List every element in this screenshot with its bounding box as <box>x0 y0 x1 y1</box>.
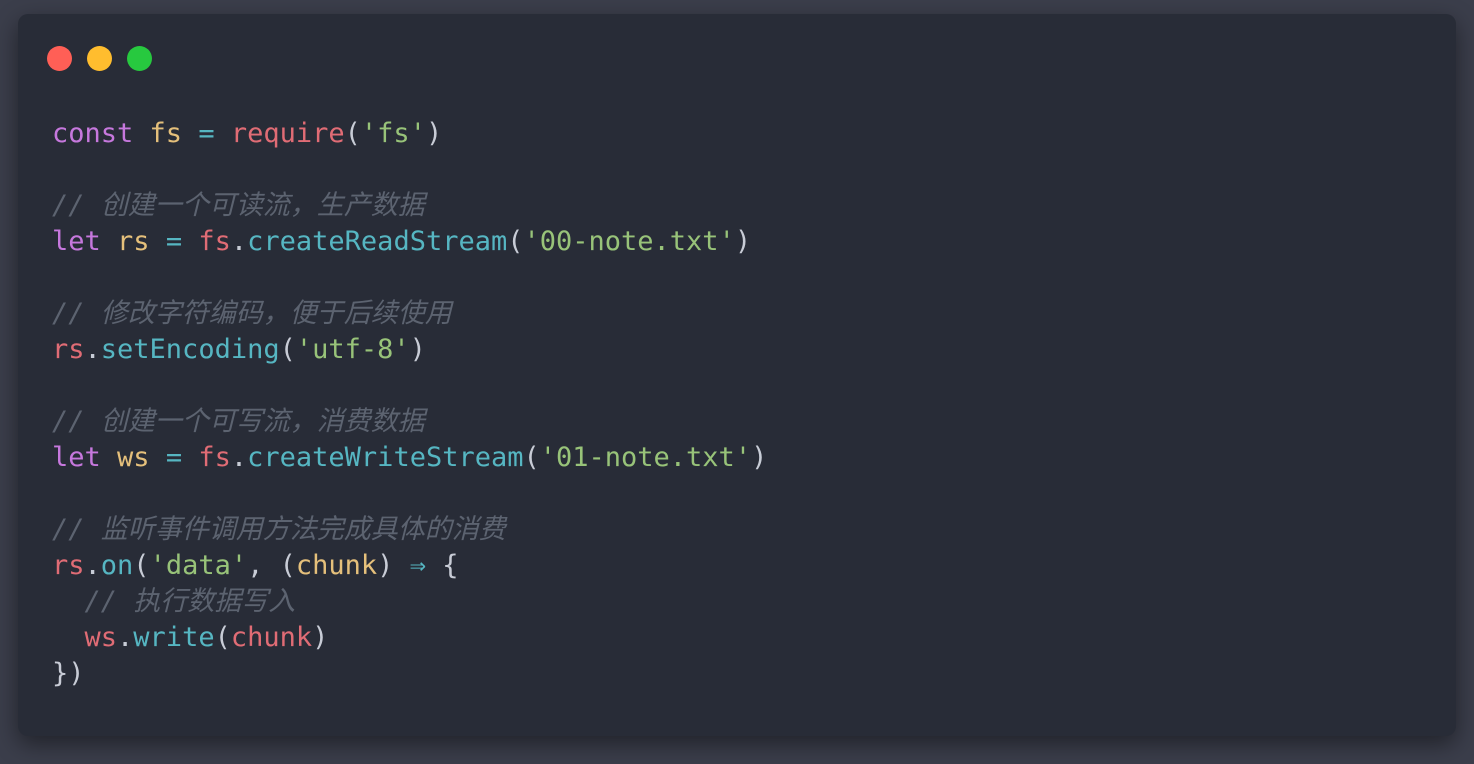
code-token: const <box>52 118 134 149</box>
code-token: ( <box>507 226 524 257</box>
code-token: fs <box>198 226 231 257</box>
code-token: = <box>198 118 215 149</box>
code-token: = <box>165 442 183 473</box>
code-token: '00-note.txt' <box>523 226 735 257</box>
code-line: let rs = fs.createReadStream('00-note.tx… <box>52 224 767 260</box>
code-comment: // 执行数据写入 <box>84 586 296 617</box>
code-token: . <box>84 550 101 581</box>
code-token: '01-note.txt' <box>539 442 752 473</box>
code-token: = <box>165 226 183 257</box>
code-token: write <box>133 622 215 653</box>
code-token: let <box>52 226 101 257</box>
code-comment: // 监听事件调用方法完成具体的消费 <box>52 514 506 545</box>
code-token: fs <box>198 442 231 473</box>
maximize-dot-icon[interactable] <box>127 46 152 71</box>
code-token: createReadStream <box>247 226 508 257</box>
code-line: // 监听事件调用方法完成具体的消费 <box>52 512 767 548</box>
code-token: ( <box>279 334 296 365</box>
code-token: setEncoding <box>100 334 280 365</box>
code-line: rs.on('data', (chunk) ⇒ { <box>52 548 767 584</box>
code-line: // 创建一个可读流，生产数据 <box>52 188 767 224</box>
code-token: createWriteStream <box>247 442 524 473</box>
code-token: 'utf-8' <box>295 334 410 365</box>
code-token: let <box>52 442 101 473</box>
code-line: // 创建一个可写流，消费数据 <box>52 404 767 440</box>
minimize-dot-icon[interactable] <box>87 46 112 71</box>
code-token: ) <box>312 622 329 653</box>
code-token: rs <box>52 550 85 581</box>
code-token: ws <box>84 622 118 653</box>
code-token: }) <box>52 658 85 689</box>
code-token: on <box>100 550 134 581</box>
code-token: . <box>230 226 248 257</box>
code-token: 'fs' <box>360 118 426 149</box>
code-token: ( <box>214 622 231 653</box>
code-token: ) <box>425 118 443 149</box>
code-token: rs <box>52 334 85 365</box>
code-token: 'data' <box>149 550 248 581</box>
code-line: // 修改字符编码，便于后续使用 <box>52 296 767 332</box>
code-token: ( <box>133 550 150 581</box>
code-line: // 执行数据写入 <box>52 584 767 620</box>
code-block: const fs = require('fs')// 创建一个可读流，生产数据 l… <box>52 116 767 692</box>
code-token: require <box>230 118 345 149</box>
code-token: ) <box>377 550 410 581</box>
code-token: ) <box>734 226 752 257</box>
code-comment: // 创建一个可读流，生产数据 <box>52 190 425 221</box>
code-token: ) <box>751 442 768 473</box>
code-line: rs.setEncoding('utf-8') <box>52 332 767 368</box>
code-token: ) <box>409 334 426 365</box>
code-token: . <box>84 334 101 365</box>
code-token: ( <box>344 118 361 149</box>
code-token: . <box>117 622 134 653</box>
code-token: , ( <box>247 550 296 581</box>
code-comment: // 修改字符编码，便于后续使用 <box>52 298 452 329</box>
close-dot-icon[interactable] <box>47 46 72 71</box>
code-line: }) <box>52 656 767 692</box>
code-token: fs <box>149 118 183 149</box>
code-token: ⇒ <box>409 550 426 581</box>
code-token: rs <box>117 226 150 257</box>
code-window: const fs = require('fs')// 创建一个可读流，生产数据 l… <box>18 14 1456 736</box>
code-token: chunk <box>295 550 378 581</box>
code-token: ( <box>523 442 540 473</box>
code-line: let ws = fs.createWriteStream('01-note.t… <box>52 440 767 476</box>
code-token: ws <box>117 442 150 473</box>
code-comment: // 创建一个可写流，消费数据 <box>52 406 425 437</box>
code-token: . <box>230 442 248 473</box>
code-line: ws.write(chunk) <box>52 620 767 656</box>
code-line: const fs = require('fs') <box>52 116 767 152</box>
code-token: { <box>425 550 459 581</box>
code-token: chunk <box>230 622 313 653</box>
